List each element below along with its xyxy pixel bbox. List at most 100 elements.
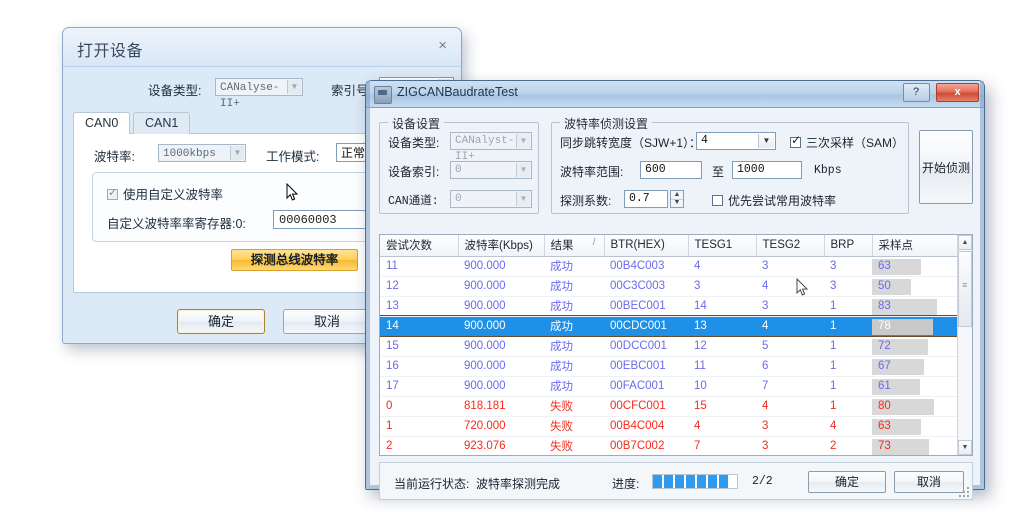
app-icon	[374, 86, 392, 104]
table-row[interactable]: 15900.000成功00DCC001125172	[380, 336, 958, 356]
cell-attempt: 16	[380, 356, 458, 376]
table-row[interactable]: 1720.000失败00B4C00443463	[380, 416, 958, 436]
device-type-field[interactable]: CANalyst-II+ ▼	[450, 132, 532, 150]
prefer-common-label: 优先尝试常用波特率	[728, 194, 836, 208]
device-index-value: 0	[455, 164, 462, 176]
table-row[interactable]: 2923.076失败00B7C00273273	[380, 436, 958, 456]
scrollbar-thumb[interactable]	[958, 251, 972, 327]
column-header-1[interactable]: 波特率(Kbps)	[458, 235, 544, 256]
range-label: 波特率范围:	[560, 163, 623, 180]
cell-tesg1: 7	[688, 436, 756, 456]
close-button[interactable]: x	[936, 83, 979, 102]
column-header-3[interactable]: BTR(HEX)	[604, 235, 688, 256]
chevron-down-icon[interactable]: ▼	[287, 80, 301, 94]
prefer-common-checkbox[interactable]: 优先尝试常用波特率	[712, 192, 836, 209]
cell-tesg2: 3	[756, 416, 824, 436]
cancel-button[interactable]: 取消	[283, 309, 371, 334]
cell-sample: 73	[872, 436, 958, 456]
custom-baud-label: 使用自定义波特率	[123, 188, 223, 202]
can-channel-field[interactable]: 0 ▼	[450, 190, 532, 208]
checkbox-icon[interactable]	[712, 195, 723, 206]
tab-can1[interactable]: CAN1	[133, 112, 190, 134]
cell-tesg2: 4	[756, 396, 824, 416]
chevron-down-icon[interactable]: ▼	[230, 146, 244, 160]
coef-value: 0.7	[629, 192, 650, 205]
confirm-button[interactable]: 确定	[808, 471, 886, 493]
cell-baud: 900.000	[458, 256, 544, 276]
cell-result: 失败	[544, 436, 604, 456]
dismiss-button[interactable]: 取消	[894, 471, 964, 493]
cell-attempt: 14	[380, 316, 458, 336]
table-scrollbar[interactable]: ▲ ▼	[957, 235, 972, 455]
checkbox-icon[interactable]	[790, 137, 801, 148]
table-row[interactable]: 14900.000成功00CDC001134178	[380, 316, 958, 336]
cell-btr: 00BEC001	[604, 296, 688, 316]
close-icon[interactable]: ×	[438, 37, 447, 54]
cell-attempt: 13	[380, 296, 458, 316]
probe-bus-baudrate-button[interactable]: 探测总线波特率	[231, 249, 358, 271]
cell-tesg1: 4	[688, 256, 756, 276]
sample-point-value: 83	[872, 300, 891, 312]
cell-btr: 00DCC001	[604, 336, 688, 356]
table-row[interactable]: 12900.000成功00C3C00334350	[380, 276, 958, 296]
help-button[interactable]: ?	[903, 83, 930, 102]
window-buttons: ? x	[901, 83, 979, 103]
chevron-down-icon[interactable]: ▼	[758, 134, 774, 148]
resize-grip-icon[interactable]	[957, 485, 969, 497]
range-to-input[interactable]: 1000	[732, 161, 802, 179]
sjw-combo[interactable]: 4 ▼	[696, 132, 776, 150]
device-type-label-2: 设备类型:	[388, 134, 439, 151]
cell-baud: 900.000	[458, 296, 544, 316]
coef-stepper[interactable]: ▲ ▼	[670, 190, 684, 208]
stepper-down-icon[interactable]: ▼	[671, 199, 683, 207]
table-row[interactable]: 17900.000成功00FAC001107161	[380, 376, 958, 396]
table-body: 11900.000成功00B4C0034336312900.000成功00C3C…	[380, 256, 958, 456]
column-header-0[interactable]: 尝试次数	[380, 235, 458, 256]
cell-result: 成功	[544, 276, 604, 296]
scroll-up-icon[interactable]: ▲	[958, 235, 972, 250]
table-row[interactable]: 13900.000成功00BEC001143183	[380, 296, 958, 316]
scroll-down-icon[interactable]: ▼	[958, 440, 972, 455]
progress-label: 进度:	[612, 475, 639, 492]
chevron-down-icon[interactable]: ▼	[516, 134, 530, 148]
column-header-6[interactable]: BRP	[824, 235, 872, 256]
sam-checkbox[interactable]: 三次采样（SAM）	[790, 134, 904, 151]
device-settings-group: 设备设置 设备类型: CANalyst-II+ ▼ 设备索引: 0 ▼ CAN通…	[379, 122, 539, 214]
custom-baud-checkbox[interactable]: 使用自定义波特率	[107, 184, 223, 203]
table-row[interactable]: 0818.181失败00CFC001154180	[380, 396, 958, 416]
cell-tesg1: 3	[688, 276, 756, 296]
start-detect-button[interactable]: 开始侦测	[919, 130, 973, 204]
range-from-input[interactable]: 600	[640, 161, 702, 179]
cell-tesg1: 10	[688, 376, 756, 396]
results-table[interactable]: 尝试次数波特率(Kbps)结果/BTR(HEX)TESG1TESG2BRP采样点…	[379, 234, 973, 456]
ok-button[interactable]: 确定	[177, 309, 265, 334]
cell-tesg1: 13	[688, 316, 756, 336]
column-header-5[interactable]: TESG2	[756, 235, 824, 256]
cell-attempt: 11	[380, 256, 458, 276]
column-header-7[interactable]: 采样点	[872, 235, 958, 256]
progress-text: 2/2	[752, 475, 773, 488]
column-header-2[interactable]: 结果/	[544, 235, 604, 256]
device-type-combo[interactable]: CANalyse-II+ ▼	[215, 78, 303, 96]
checkbox-icon[interactable]	[107, 189, 118, 200]
progress-segment	[697, 475, 706, 488]
cell-sample: 63	[872, 256, 958, 276]
device-index-field[interactable]: 0 ▼	[450, 161, 532, 179]
column-header-4[interactable]: TESG1	[688, 235, 756, 256]
cell-attempt: 0	[380, 396, 458, 416]
coef-input[interactable]: 0.7	[624, 190, 668, 208]
chevron-down-icon[interactable]: ▼	[516, 192, 530, 206]
cell-attempt: 17	[380, 376, 458, 396]
cell-btr: 00B4C004	[604, 416, 688, 436]
cell-attempt: 1	[380, 416, 458, 436]
tab-can0[interactable]: CAN0	[73, 112, 130, 134]
sample-point-value: 50	[872, 280, 891, 292]
sample-point-value: 80	[872, 400, 891, 412]
chevron-down-icon[interactable]: ▼	[516, 163, 530, 177]
cell-tesg2: 3	[756, 436, 824, 456]
cell-btr: 00CFC001	[604, 396, 688, 416]
table-row[interactable]: 16900.000成功00EBC001116167	[380, 356, 958, 376]
table-row[interactable]: 11900.000成功00B4C00343363	[380, 256, 958, 276]
baudrate-combo[interactable]: 1000kbps ▼	[158, 144, 246, 162]
cell-baud: 818.181	[458, 396, 544, 416]
